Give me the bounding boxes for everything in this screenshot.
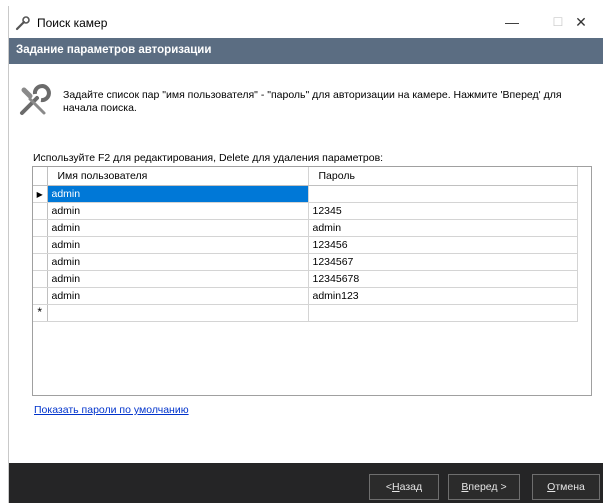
- row-header[interactable]: [33, 236, 48, 254]
- username-cell[interactable]: admin: [47, 185, 309, 203]
- table-row[interactable]: admin admin: [33, 219, 578, 237]
- username-cell[interactable]: admin: [47, 253, 309, 271]
- table-row[interactable]: admin admin123: [33, 287, 578, 305]
- password-cell[interactable]: admin: [308, 219, 578, 237]
- table-row[interactable]: admin 12345: [33, 202, 578, 220]
- username-cell[interactable]: admin: [47, 219, 309, 237]
- show-default-passwords-link[interactable]: Показать пароли по умолчанию: [34, 404, 189, 416]
- password-cell[interactable]: 12345678: [308, 270, 578, 288]
- table-row[interactable]: admin 1234567: [33, 253, 578, 271]
- password-cell[interactable]: 12345: [308, 202, 578, 220]
- credentials-grid[interactable]: Имя пользователя Пароль ▶ admin admin 12…: [32, 166, 592, 396]
- grid-header-row: Имя пользователя Пароль: [33, 167, 578, 186]
- instructions-text: Задайте список пар "имя пользователя" - …: [63, 89, 562, 114]
- password-cell[interactable]: 123456: [308, 236, 578, 254]
- username-cell[interactable]: admin: [47, 287, 309, 305]
- username-cell[interactable]: admin: [47, 270, 309, 288]
- table-row[interactable]: admin 12345678: [33, 270, 578, 288]
- window-title: Поиск камер: [37, 16, 108, 30]
- next-button-hotkey: В: [461, 481, 469, 493]
- new-row[interactable]: *: [33, 304, 578, 322]
- next-button-rest: перед >: [468, 481, 507, 493]
- column-header-password[interactable]: Пароль: [308, 167, 578, 186]
- cancel-button-hotkey: О: [547, 481, 556, 493]
- password-cell[interactable]: admin123: [308, 287, 578, 305]
- column-header-username[interactable]: Имя пользователя: [47, 167, 309, 186]
- next-button[interactable]: Вперед >: [448, 474, 520, 500]
- page-title: Задание параметров авторизации: [16, 44, 212, 56]
- new-row-asterisk-icon: *: [37, 305, 43, 319]
- row-header[interactable]: [33, 287, 48, 305]
- close-button[interactable]: ✕: [558, 6, 604, 38]
- minimize-button[interactable]: —: [489, 6, 535, 38]
- username-cell[interactable]: admin: [47, 202, 309, 220]
- back-button-hotkey: Н: [392, 481, 400, 493]
- title-bar[interactable]: Поиск камер — ☐ ✕: [9, 6, 603, 38]
- row-header[interactable]: [33, 202, 48, 220]
- row-header[interactable]: [33, 219, 48, 237]
- username-cell[interactable]: admin: [47, 236, 309, 254]
- table-row[interactable]: admin 123456: [33, 236, 578, 254]
- row-header[interactable]: [33, 270, 48, 288]
- password-cell[interactable]: 1234567: [308, 253, 578, 271]
- row-header-corner: [33, 167, 48, 186]
- tools-app-icon: [15, 16, 30, 31]
- cancel-button-rest: тмена: [555, 481, 585, 493]
- cancel-button[interactable]: Отмена: [532, 474, 600, 500]
- new-username-cell[interactable]: [47, 304, 309, 322]
- password-cell[interactable]: [308, 185, 578, 203]
- back-button-rest: азад: [399, 481, 423, 493]
- row-header[interactable]: [33, 253, 48, 271]
- wrench-screwdriver-icon: [20, 84, 51, 115]
- current-row-arrow-icon: ▶: [36, 190, 43, 199]
- row-header[interactable]: *: [33, 304, 48, 322]
- wizard-footer: < Назад Вперед > Отмена: [9, 463, 603, 503]
- new-password-cell[interactable]: [308, 304, 578, 322]
- wizard-window: Поиск камер — ☐ ✕ Задание параметров авт…: [8, 6, 603, 503]
- page-header: Задание параметров авторизации: [9, 38, 603, 64]
- table-row[interactable]: ▶ admin: [33, 185, 578, 203]
- back-button[interactable]: < Назад: [369, 474, 439, 500]
- grid-hint: Используйте F2 для редактирования, Delet…: [33, 152, 384, 164]
- row-header[interactable]: ▶: [33, 185, 48, 203]
